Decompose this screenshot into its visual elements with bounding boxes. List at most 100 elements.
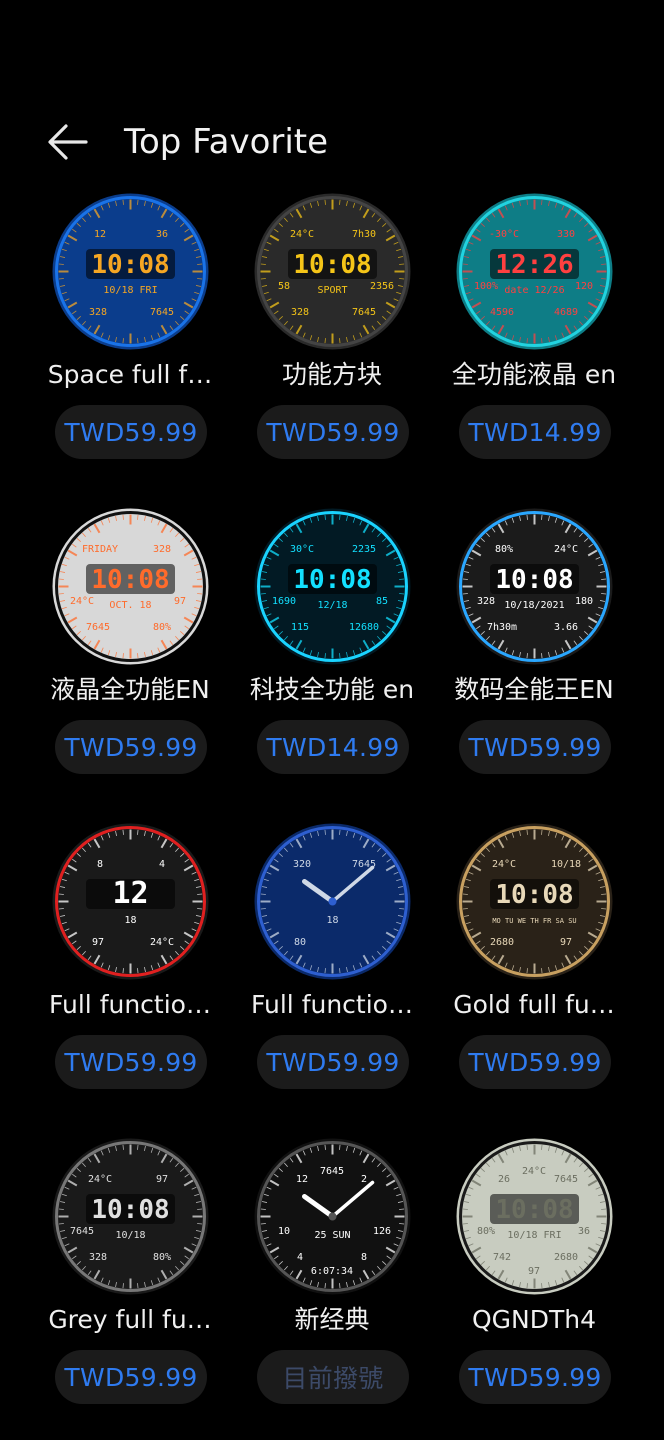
- watchface-complication: 2680: [490, 937, 514, 948]
- grid-row: 10:08 OCT. 18 FRIDAY 328 7645 80% 24°C 97 液晶全功能…: [0, 505, 664, 805]
- watchface-tick: [260, 1223, 266, 1225]
- price-button[interactable]: TWD59.99: [55, 1350, 207, 1404]
- watchface-name: 全功能液晶 en: [451, 360, 617, 389]
- watchface-tick: [601, 593, 607, 595]
- price-button[interactable]: TWD59.99: [55, 720, 207, 774]
- watchface-card[interactable]: 10:08 10/18/2021 80% 24°C 7h30m 3.66 328 180 数码…: [434, 505, 634, 805]
- price-button[interactable]: TWD14.99: [459, 405, 611, 459]
- watchface-tick: [399, 893, 405, 895]
- watchface-time: 10:08: [293, 250, 371, 280]
- watchface-complication: 12: [296, 1174, 308, 1185]
- watchface-complication: 80%: [477, 1226, 495, 1237]
- watchface-complication: 7645: [86, 622, 110, 633]
- watchface-tick: [324, 338, 326, 344]
- price-button[interactable]: TWD59.99: [459, 720, 611, 774]
- watchface-tick: [324, 829, 326, 835]
- watchface-complication: 24°C: [70, 596, 94, 607]
- watchface-thumbnail[interactable]: 12 18 8 4 97 24°C: [52, 823, 209, 980]
- watchface-complication: 330: [557, 229, 575, 240]
- grid-row: 10:08 10/18 FRI 12 36 328 7645 Space full f… …: [0, 190, 664, 490]
- watchface-date: 25 SUN: [314, 1230, 350, 1241]
- watchface-thumbnail[interactable]: 10:08 OCT. 18 FRIDAY 328 7645 80% 24°C 97: [52, 508, 209, 665]
- watchface-tick: [122, 829, 124, 835]
- grid-row: 12 18 8 4 97 24°C Full functio… TWD59.99 18 32…: [0, 820, 664, 1120]
- watchface-complication: 97: [174, 596, 186, 607]
- watchface-complication: 7645: [70, 1226, 94, 1237]
- watchface-tick: [526, 199, 528, 205]
- price-button[interactable]: TWD59.99: [459, 1035, 611, 1089]
- watchface-tick: [526, 653, 528, 659]
- watchface-tick: [260, 263, 266, 265]
- watchface-thumbnail[interactable]: 10:08 MO TU WE TH FR SA SU 24°C 10/18 2680 97: [456, 823, 613, 980]
- watchface-tick: [339, 829, 341, 835]
- watchface-card[interactable]: 10:08 10/18 24°C 97 328 80% 7645 Grey full fu……: [30, 1135, 230, 1435]
- watchface-tick: [462, 1223, 468, 1225]
- watchface-complication: 26: [498, 1174, 510, 1185]
- watchface-tick: [601, 263, 607, 265]
- watchface-tick: [526, 968, 528, 974]
- watchface-tick: [541, 653, 543, 659]
- watchface-complication: 4596: [490, 307, 514, 318]
- watchface-card[interactable]: 18 320 7645 80 Full functio… TWD59.99: [232, 820, 432, 1120]
- watchface-time: 12: [112, 876, 148, 911]
- watchface-tick: [324, 968, 326, 974]
- watchface-complication: 328: [477, 596, 495, 607]
- watchface-thumbnail[interactable]: 10:08 10/18 FRI 12 36 328 7645: [52, 193, 209, 350]
- grid-row: 10:08 10/18 24°C 97 328 80% 7645 Grey full fu……: [0, 1135, 664, 1435]
- watchface-tick: [197, 593, 203, 595]
- watchface-complication: 24°C: [150, 937, 174, 948]
- watchface-thumbnail[interactable]: 10:08 10/18/2021 80% 24°C 7h30m 3.66 328 180: [456, 508, 613, 665]
- watchface-complication: 24°C: [88, 1174, 112, 1185]
- watchface-tick: [399, 1223, 405, 1225]
- watchface-card[interactable]: 10:08 SPORT 24°C 7h30 328 7645 58 2356 功能方块 TWD…: [232, 190, 432, 490]
- watchface-tick: [541, 1144, 543, 1150]
- watchface-card[interactable]: 10:08 OCT. 18 FRIDAY 328 7645 80% 24°C 97 液晶全功能…: [30, 505, 230, 805]
- watchface-tick: [324, 514, 326, 520]
- watchface-complication: 7h30: [352, 229, 376, 240]
- watchface-tick: [399, 593, 405, 595]
- watchface-time: 10:08: [293, 565, 371, 595]
- watchface-card[interactable]: 12 18 8 4 97 24°C Full functio… TWD59.99: [30, 820, 230, 1120]
- watchface-thumbnail[interactable]: 10:08 10/18 FRI 26 7645 742 2680 80% 36 24°C 97: [456, 1138, 613, 1295]
- watchface-card[interactable]: 10:08 10/18 FRI 26 7645 742 2680 80% 36 24°C 97 Q…: [434, 1135, 634, 1435]
- watchface-thumbnail[interactable]: 10:08 10/18 24°C 97 328 80% 7645: [52, 1138, 209, 1295]
- watchface-name: 功能方块: [281, 360, 382, 389]
- watchface-tick: [601, 893, 607, 895]
- watchface-tick: [122, 199, 124, 205]
- watchface-card[interactable]: 25 SUN 12 2 4 8 10 126 7645 6:07:34 新经典 目前撥號: [232, 1135, 432, 1435]
- watchface-date: 10/18/2021: [504, 600, 564, 611]
- watchface-thumbnail[interactable]: 10:08 12/18 30°C 2235 115 12680 1690 85: [254, 508, 411, 665]
- watchface-time: 10:08: [495, 1195, 573, 1225]
- watchface-date: 10/18 FRI: [507, 1230, 561, 1241]
- watchface-tick: [197, 1208, 203, 1210]
- watchface-thumbnail[interactable]: 18 320 7645 80: [254, 823, 411, 980]
- price-button[interactable]: TWD59.99: [257, 1035, 409, 1089]
- watchface-complication: 24°C: [492, 859, 516, 870]
- price-button[interactable]: TWD59.99: [459, 1350, 611, 1404]
- watchface-card[interactable]: 10:08 12/18 30°C 2235 115 12680 1690 85 科技全功能 e…: [232, 505, 432, 805]
- price-button[interactable]: TWD14.99: [257, 720, 409, 774]
- watchface-card[interactable]: 10:08 MO TU WE TH FR SA SU 24°C 10/18 2680 97…: [434, 820, 634, 1120]
- watchface-card[interactable]: 12:26 date 12/26 -30°C 330 4596 4689 100% 120 全…: [434, 190, 634, 490]
- watchface-tick: [122, 1144, 124, 1150]
- price-button[interactable]: TWD59.99: [55, 1035, 207, 1089]
- watchface-complication: 4: [297, 1252, 303, 1263]
- price-button[interactable]: TWD59.99: [257, 405, 409, 459]
- watchface-tick: [137, 199, 139, 205]
- watchface-tick: [58, 578, 64, 580]
- watchface-name: 新经典: [294, 1305, 370, 1334]
- price-button[interactable]: TWD59.99: [55, 405, 207, 459]
- watchface-time: 10:08: [91, 1195, 169, 1225]
- watchface-thumbnail[interactable]: 10:08 SPORT 24°C 7h30 328 7645 58 2356: [254, 193, 411, 350]
- watchface-tick: [137, 338, 139, 344]
- watchface-complication: 80%: [153, 622, 171, 633]
- current-face-button[interactable]: 目前撥號: [257, 1350, 409, 1404]
- watchface-name: 科技全功能 en: [249, 675, 415, 704]
- watchface-thumbnail[interactable]: 25 SUN 12 2 4 8 10 126 7645 6:07:34: [254, 1138, 411, 1295]
- watchface-card[interactable]: 10:08 10/18 FRI 12 36 328 7645 Space full f… …: [30, 190, 230, 490]
- back-button[interactable]: [40, 118, 96, 166]
- watchface-tick: [324, 1283, 326, 1289]
- watchface-date: 10/18: [115, 1230, 145, 1241]
- page-title: Top Favorite: [124, 122, 329, 162]
- watchface-thumbnail[interactable]: 12:26 date 12/26 -30°C 330 4596 4689 100% 120: [456, 193, 613, 350]
